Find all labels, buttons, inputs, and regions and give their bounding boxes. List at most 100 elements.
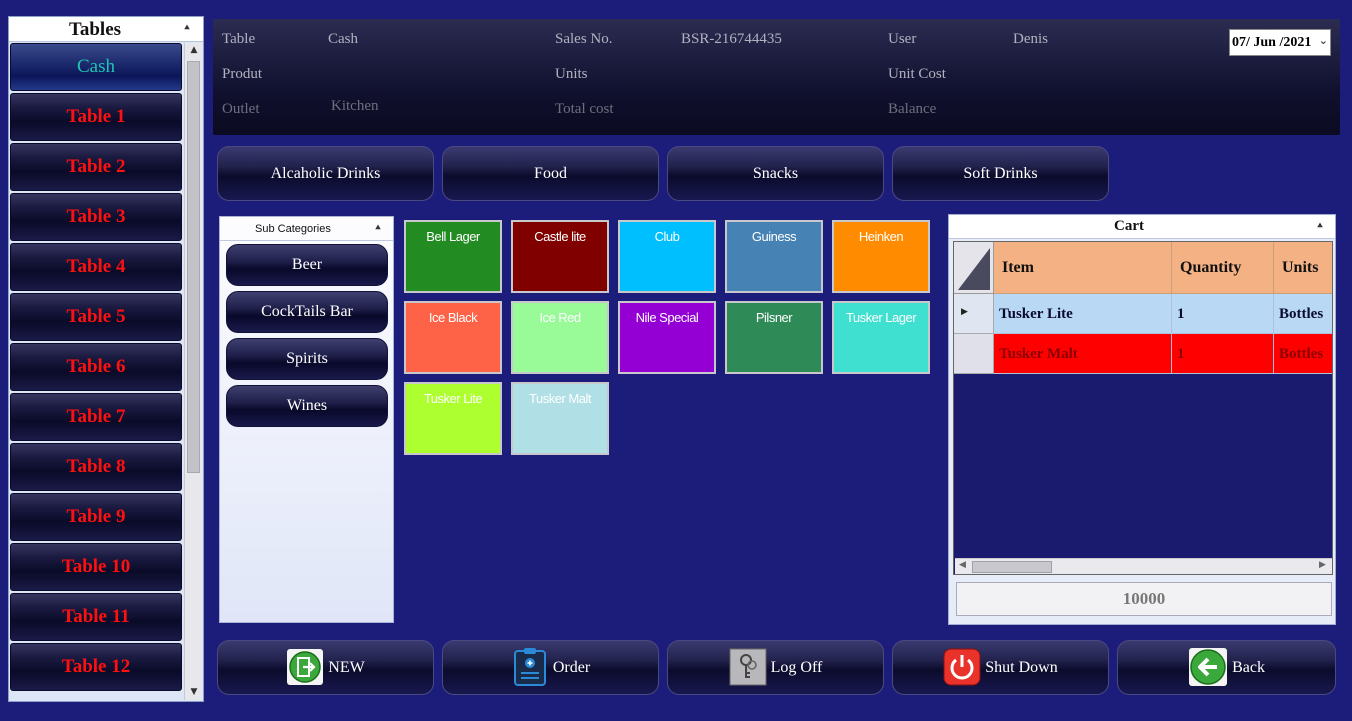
scroll-thumb[interactable] <box>972 561 1052 573</box>
table-item-4[interactable]: Table 4 <box>10 243 182 291</box>
cart-cell-quantity[interactable]: 1 <box>1172 334 1274 374</box>
product-tile[interactable]: Bell Lager <box>404 220 502 293</box>
back-arrow-icon <box>1189 648 1228 687</box>
cart-cell-units[interactable]: Bottles <box>1274 294 1332 334</box>
exit-door-icon <box>287 649 324 686</box>
table-label: Table <box>222 31 256 47</box>
sub-categories-title: Sub Categories <box>255 223 331 235</box>
subcat-beer[interactable]: Beer <box>226 244 388 286</box>
scroll-left-icon[interactable]: ◀ <box>959 560 966 570</box>
grid-select-all[interactable] <box>954 242 994 294</box>
current-row-icon: ▶ <box>961 307 968 317</box>
product-tile[interactable]: Pilsner <box>725 301 823 374</box>
back-button-label: Back <box>1232 659 1265 676</box>
product-tile[interactable]: Tusker Lager <box>832 301 930 374</box>
product-tile[interactable]: Castle lite <box>511 220 609 293</box>
tables-scrollbar[interactable]: ▲ ▼ <box>184 43 202 700</box>
table-item-5[interactable]: Table 5 <box>10 293 182 341</box>
cart-panel: Cart ⯅ Item Quantity Units ▶ Tusker Lite… <box>948 214 1336 625</box>
table-item-3[interactable]: Table 3 <box>10 193 182 241</box>
table-value: Cash <box>328 31 358 47</box>
category-snacks[interactable]: Snacks <box>667 146 884 201</box>
chevron-down-icon[interactable]: ⌄ <box>1318 34 1328 47</box>
table-item-8[interactable]: Table 8 <box>10 443 182 491</box>
product-label: Produt <box>222 66 263 82</box>
table-item-10[interactable]: Table 10 <box>10 543 182 591</box>
shut-down-button[interactable]: Shut Down <box>892 640 1109 695</box>
product-tile[interactable]: Tusker Malt <box>511 382 609 455</box>
table-item-cash[interactable]: Cash <box>10 43 182 91</box>
tables-panel: Tables ⯅ Cash Table 1 Table 2 Table 3 Ta… <box>8 16 204 702</box>
balance-label: Balance <box>888 101 937 117</box>
log-off-button[interactable]: Log Off <box>667 640 884 695</box>
product-tile[interactable]: Ice Black <box>404 301 502 374</box>
cart-cell-units[interactable]: Bottles <box>1274 334 1332 374</box>
column-header-item[interactable]: Item <box>994 242 1172 294</box>
cart-header: Cart ⯅ <box>949 215 1335 239</box>
cart-title: Cart <box>1114 218 1144 234</box>
table-item-1[interactable]: Table 1 <box>10 93 182 141</box>
order-button[interactable]: Order <box>442 640 659 695</box>
cart-cell-item[interactable]: Tusker Malt <box>994 334 1172 374</box>
table-item-9[interactable]: Table 9 <box>10 493 182 541</box>
new-button[interactable]: NEW <box>217 640 434 695</box>
user-value: Denis <box>1013 31 1048 47</box>
row-header[interactable] <box>954 334 994 374</box>
category-soft-drinks[interactable]: Soft Drinks <box>892 146 1109 201</box>
corner-triangle-icon <box>958 248 990 290</box>
row-header-current[interactable]: ▶ <box>954 294 994 334</box>
tables-header: Tables ⯅ <box>9 17 203 42</box>
new-button-label: NEW <box>328 659 365 676</box>
order-button-label: Order <box>552 659 591 676</box>
clipboard-icon <box>513 648 546 687</box>
collapse-icon[interactable]: ⯅ <box>374 223 382 234</box>
table-item-11[interactable]: Table 11 <box>10 593 182 641</box>
keys-icon <box>729 648 767 686</box>
cart-grid: Item Quantity Units ▶ Tusker Lite 1 Bott… <box>953 241 1333 575</box>
table-item-7[interactable]: Table 7 <box>10 393 182 441</box>
log-off-button-label: Log Off <box>770 659 823 676</box>
product-tile[interactable]: Club <box>618 220 716 293</box>
collapse-icon[interactable]: ⯅ <box>183 23 191 34</box>
shut-down-button-label: Shut Down <box>985 659 1058 676</box>
sub-categories-panel: Sub Categories ⯅ Beer CockTails Bar Spir… <box>219 216 394 623</box>
sales-no-value: BSR-216744435 <box>681 31 782 47</box>
back-button[interactable]: Back <box>1117 640 1336 695</box>
table-item-12[interactable]: Table 12 <box>10 643 182 691</box>
collapse-icon[interactable]: ⯅ <box>1316 221 1324 232</box>
outlet-value: Kitchen <box>331 98 379 114</box>
column-header-quantity[interactable]: Quantity <box>1172 242 1274 294</box>
table-item-2[interactable]: Table 2 <box>10 143 182 191</box>
sale-info-panel: Table Cash Sales No. BSR-216744435 User … <box>213 19 1340 135</box>
cart-cell-item[interactable]: Tusker Lite <box>994 294 1172 334</box>
date-picker[interactable]: 07/ Jun /2021 ⌄ <box>1229 29 1331 56</box>
product-tile[interactable]: Guiness <box>725 220 823 293</box>
user-label: User <box>888 31 917 47</box>
outlet-label: Outlet <box>222 101 260 117</box>
subcat-wines[interactable]: Wines <box>226 385 388 427</box>
category-food[interactable]: Food <box>442 146 659 201</box>
scroll-down-icon[interactable]: ▼ <box>185 687 203 697</box>
product-tile[interactable]: Tusker Lite <box>404 382 502 455</box>
scroll-up-icon[interactable]: ▲ <box>185 45 203 55</box>
power-icon <box>943 648 981 686</box>
cart-horizontal-scrollbar[interactable]: ◀ ▶ <box>955 558 1332 574</box>
category-alcoholic-drinks[interactable]: Alcaholic Drinks <box>217 146 434 201</box>
tables-title: Tables <box>68 19 122 40</box>
date-value: 07/ Jun /2021 <box>1232 35 1312 50</box>
sales-no-label: Sales No. <box>555 31 613 47</box>
product-tile[interactable]: Ice Red <box>511 301 609 374</box>
subcat-cocktails-bar[interactable]: CockTails Bar <box>226 291 388 333</box>
column-header-units[interactable]: Units <box>1274 242 1332 294</box>
sub-categories-header: Sub Categories ⯅ <box>220 217 393 241</box>
unit-cost-label: Unit Cost <box>888 66 946 82</box>
subcat-spirits[interactable]: Spirits <box>226 338 388 380</box>
total-cost-label: Total cost <box>555 101 614 117</box>
cart-cell-quantity[interactable]: 1 <box>1172 294 1274 334</box>
scroll-right-icon[interactable]: ▶ <box>1319 560 1326 570</box>
cart-total: 10000 <box>956 582 1332 616</box>
table-item-6[interactable]: Table 6 <box>10 343 182 391</box>
product-tile[interactable]: Nile Special <box>618 301 716 374</box>
product-tile[interactable]: Heinken <box>832 220 930 293</box>
scroll-thumb[interactable] <box>187 61 200 473</box>
